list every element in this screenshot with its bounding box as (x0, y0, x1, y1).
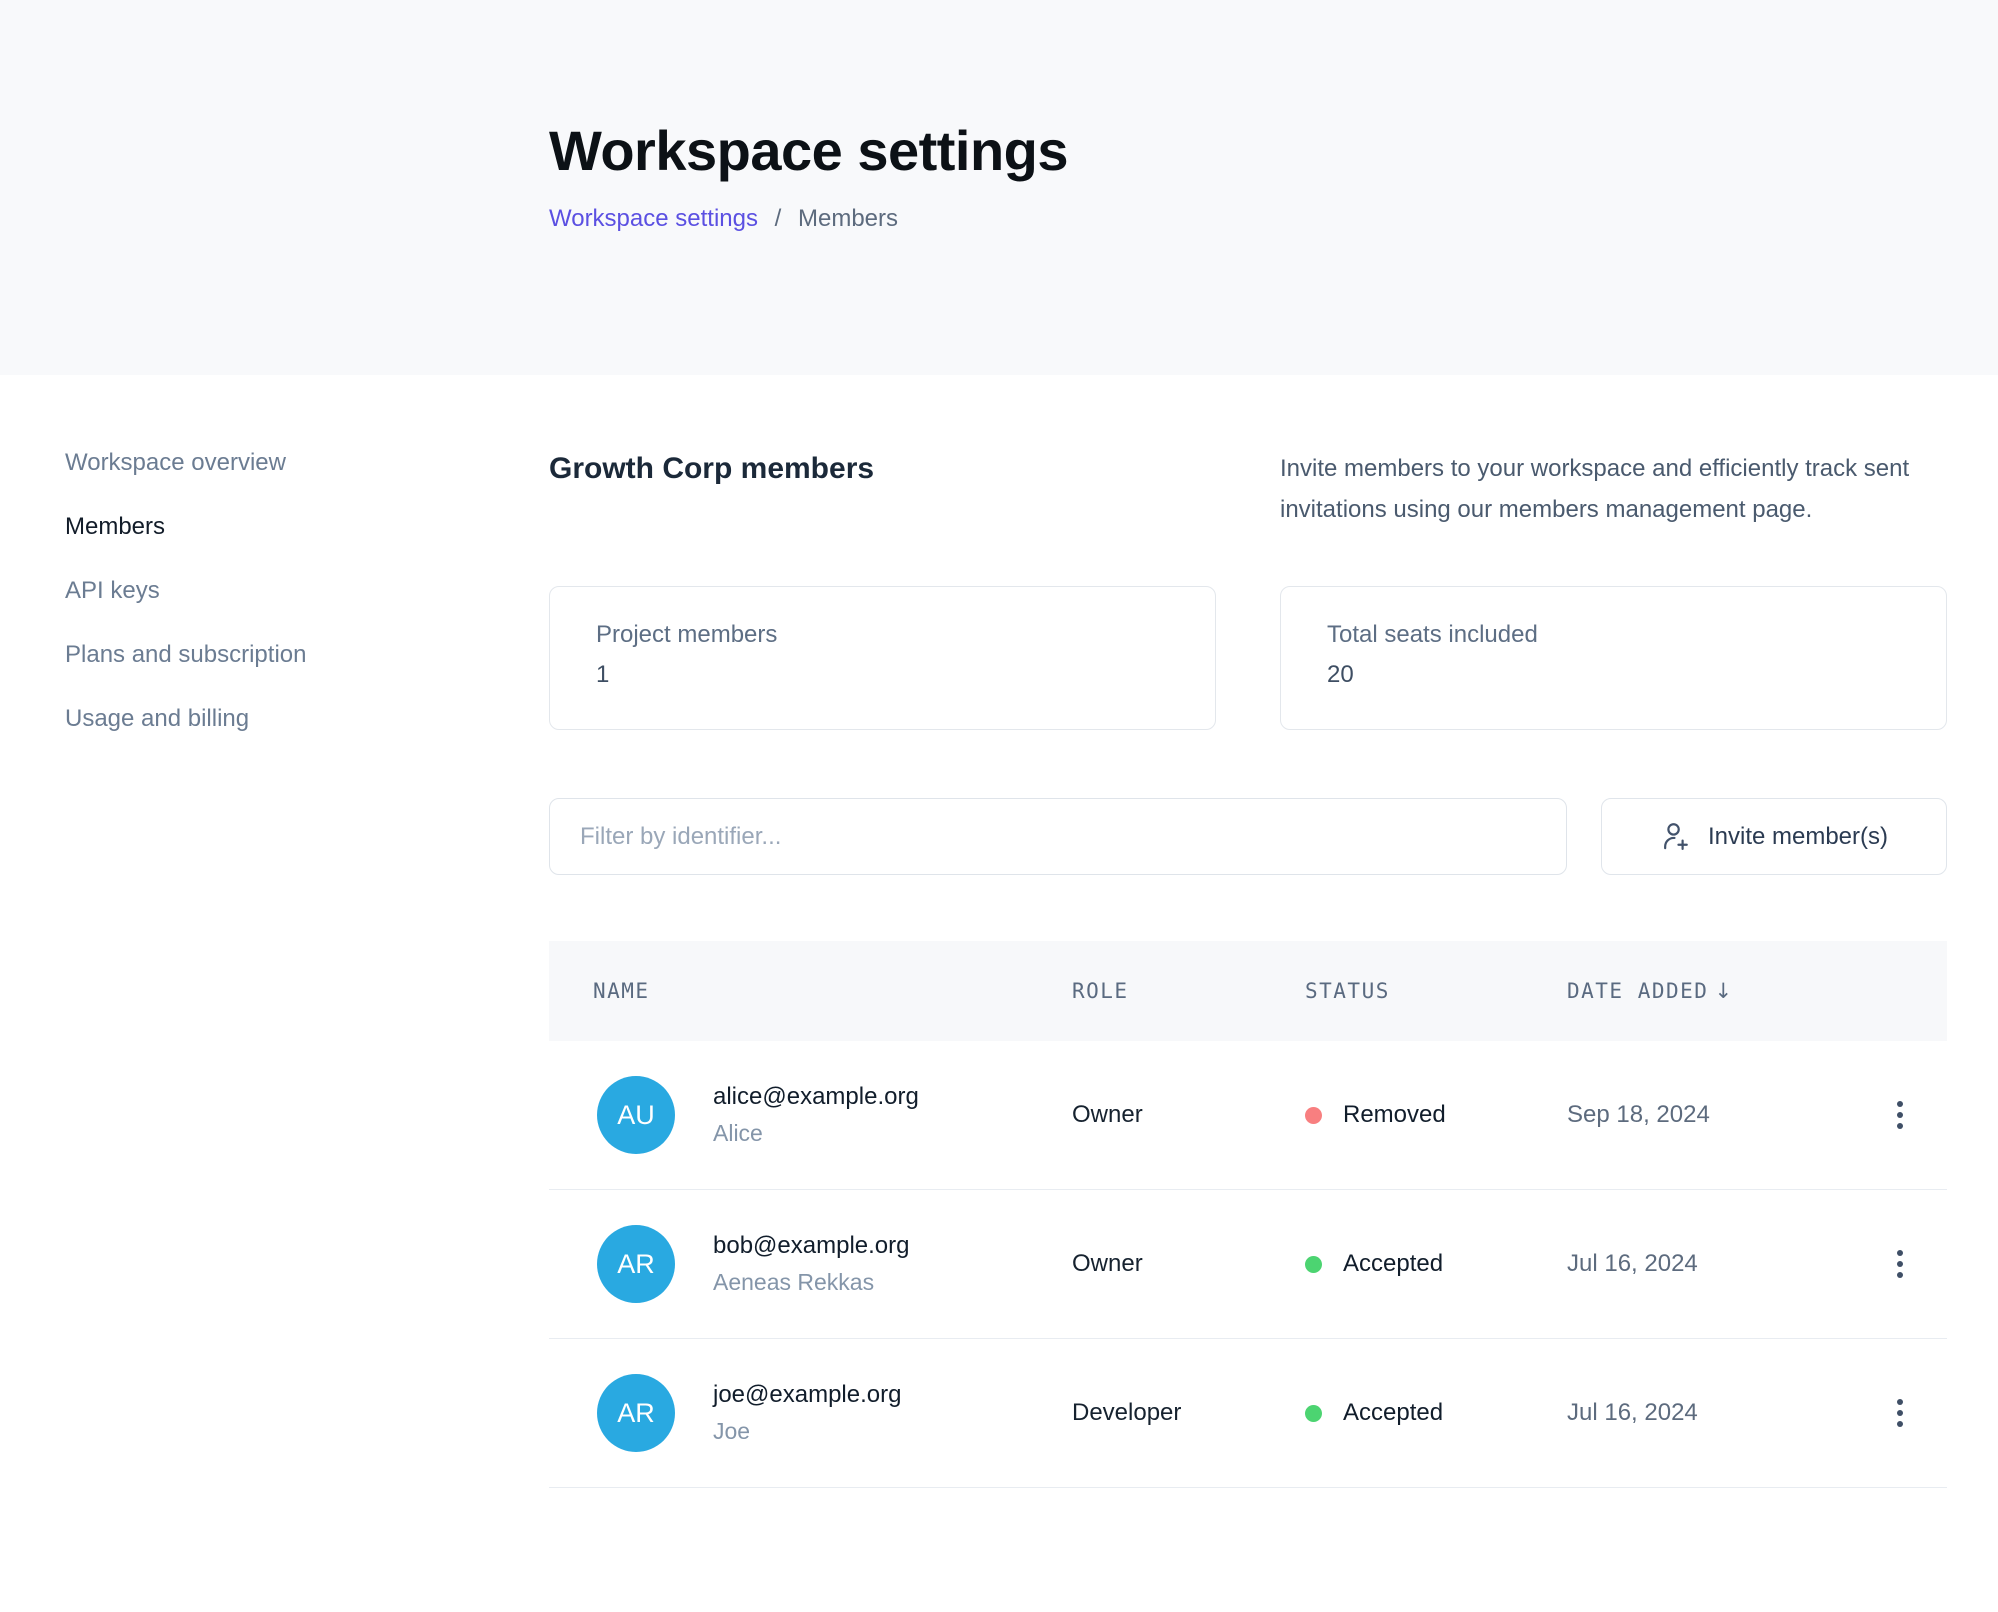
stat-card-total-seats: Total seats included 20 (1280, 586, 1947, 730)
status-dot (1305, 1107, 1322, 1124)
sidebar-item-workspace-overview[interactable]: Workspace overview (65, 448, 286, 478)
member-role: Developer (1072, 1399, 1305, 1427)
kebab-menu-icon[interactable] (1887, 1091, 1913, 1139)
members-table: NAME ROLE STATUS DATE ADDED↓ AU alice@ex… (549, 941, 1947, 1488)
member-name: Joe (713, 1418, 901, 1445)
members-description: Invite members to your workspace and eff… (1280, 448, 1947, 530)
member-date-added: Jul 16, 2024 (1567, 1250, 1885, 1278)
member-name: Alice (713, 1120, 919, 1147)
status-label: Accepted (1343, 1250, 1443, 1278)
member-status: Removed (1305, 1101, 1567, 1129)
avatar: AU (597, 1076, 675, 1154)
stats-row: Project members 1 Total seats included 2… (549, 586, 1947, 730)
member-status: Accepted (1305, 1250, 1567, 1278)
stat-value: 1 (596, 661, 1169, 689)
page-header: Workspace settings Workspace settings / … (0, 0, 1998, 375)
filter-input[interactable] (549, 798, 1567, 875)
member-role: Owner (1072, 1250, 1305, 1278)
filter-row: Invite member(s) (549, 798, 1947, 875)
column-header-role[interactable]: ROLE (1072, 979, 1305, 1003)
member-email: bob@example.org (713, 1232, 909, 1260)
member-status: Accepted (1305, 1399, 1567, 1427)
members-panel: Growth Corp members Invite members to yo… (549, 448, 1947, 1488)
arrow-down-icon: ↓ (1714, 979, 1732, 1003)
member-date-added: Jul 16, 2024 (1567, 1399, 1885, 1427)
kebab-menu-icon[interactable] (1887, 1240, 1913, 1288)
sidebar-item-members[interactable]: Members (65, 512, 165, 542)
status-dot (1305, 1405, 1322, 1422)
table-row: AR joe@example.org Joe Developer Accepte… (549, 1339, 1947, 1488)
breadcrumb: Workspace settings / Members (549, 205, 1998, 233)
breadcrumb-link-workspace-settings[interactable]: Workspace settings (549, 205, 758, 232)
person-plus-icon (1660, 821, 1691, 852)
member-date-added: Sep 18, 2024 (1567, 1101, 1885, 1129)
member-email: alice@example.org (713, 1083, 919, 1111)
kebab-menu-icon[interactable] (1887, 1389, 1913, 1437)
table-header-row: NAME ROLE STATUS DATE ADDED↓ (549, 941, 1947, 1041)
status-label: Accepted (1343, 1399, 1443, 1427)
members-heading: Growth Corp members (549, 448, 874, 486)
settings-sidebar: Workspace overview Members API keys Plan… (0, 448, 549, 1488)
invite-button-label: Invite member(s) (1708, 823, 1888, 851)
page-title: Workspace settings (549, 118, 1998, 183)
stat-label: Project members (596, 620, 1169, 650)
member-role: Owner (1072, 1101, 1305, 1129)
sidebar-item-plans-subscription[interactable]: Plans and subscription (65, 640, 306, 670)
member-name: Aeneas Rekkas (713, 1269, 909, 1296)
sidebar-item-api-keys[interactable]: API keys (65, 576, 160, 606)
stat-label: Total seats included (1327, 620, 1900, 650)
stat-card-project-members: Project members 1 (549, 586, 1216, 730)
content-area: Workspace overview Members API keys Plan… (0, 375, 1998, 1488)
table-row: AU alice@example.org Alice Owner Removed… (549, 1041, 1947, 1190)
member-identity-cell: AR bob@example.org Aeneas Rekkas (549, 1225, 1072, 1303)
breadcrumb-current: Members (798, 205, 898, 232)
members-intro-row: Growth Corp members Invite members to yo… (549, 448, 1947, 530)
sidebar-item-usage-billing[interactable]: Usage and billing (65, 704, 249, 734)
column-header-status[interactable]: STATUS (1305, 979, 1567, 1003)
status-label: Removed (1343, 1101, 1446, 1129)
status-dot (1305, 1256, 1322, 1273)
breadcrumb-separator: / (775, 205, 782, 232)
member-identity-cell: AU alice@example.org Alice (549, 1076, 1072, 1154)
invite-members-button[interactable]: Invite member(s) (1601, 798, 1947, 875)
table-row: AR bob@example.org Aeneas Rekkas Owner A… (549, 1190, 1947, 1339)
avatar: AR (597, 1225, 675, 1303)
member-identity-cell: AR joe@example.org Joe (549, 1374, 1072, 1452)
member-email: joe@example.org (713, 1381, 901, 1409)
column-header-name[interactable]: NAME (549, 979, 1072, 1003)
avatar: AR (597, 1374, 675, 1452)
column-header-date-added[interactable]: DATE ADDED↓ (1567, 979, 1885, 1003)
stat-value: 20 (1327, 661, 1900, 689)
